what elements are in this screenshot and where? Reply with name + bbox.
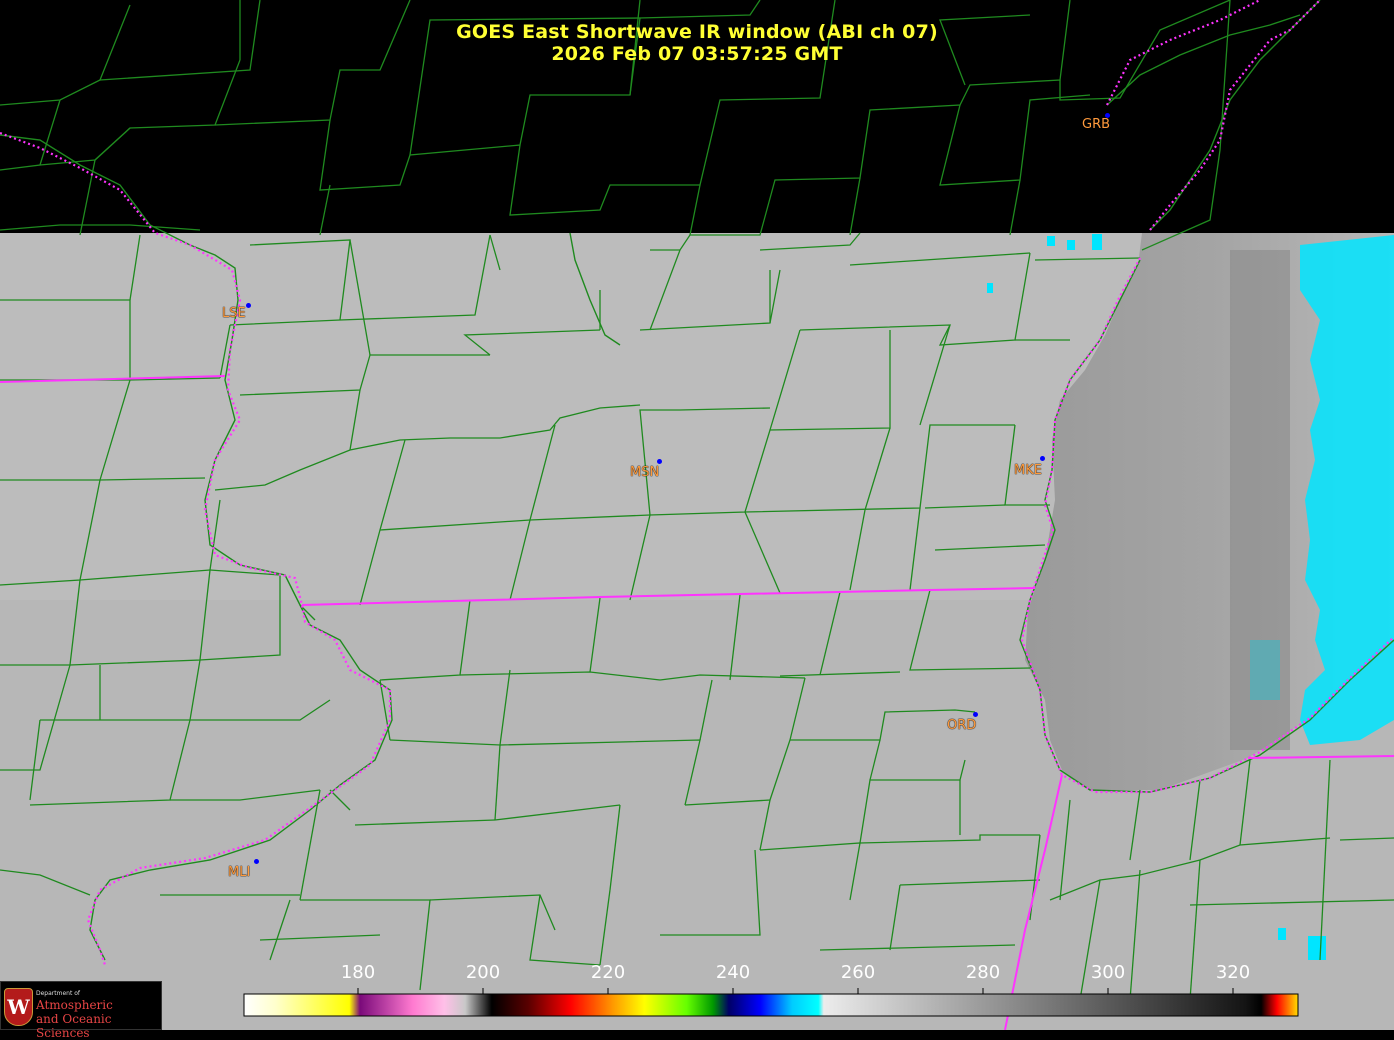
station-dot-msn: [657, 459, 662, 464]
station-label-grb: GRB: [1082, 117, 1111, 132]
colorbar-tick-220: 220: [590, 962, 626, 983]
station-dot-mke: [1040, 456, 1045, 461]
colorbar-tick-280: 280: [965, 962, 1001, 983]
cloud-streaks: [1230, 250, 1290, 750]
uw-crest-icon: W: [4, 988, 33, 1026]
station-dot-mli: [254, 859, 259, 864]
station-label-msn: MSN: [630, 465, 660, 480]
logo-name-line1: Atmospheric: [36, 998, 113, 1012]
station-dot-ord: [973, 712, 978, 717]
colorbar-tick-300: 300: [1090, 962, 1126, 983]
logo-name-line2: and Oceanic Sciences: [36, 1012, 112, 1040]
timestamp: 2026 Feb 07 03:57:25 GMT: [551, 43, 843, 65]
colorbar-tick-240: 240: [715, 962, 751, 983]
satellite-map: [0, 0, 1394, 1030]
colorbar-tick-180: 180: [340, 962, 376, 983]
aos-logo: W Department of Atmospheric and Oceanic …: [0, 981, 162, 1040]
colorbar-tick-320: 320: [1215, 962, 1251, 983]
colorbar-gradient: [243, 993, 1299, 1017]
station-dot-lse: [246, 303, 251, 308]
colorbar-tick-200: 200: [465, 962, 501, 983]
station-label-ord: ORD: [947, 718, 977, 733]
colorbar-tick-260: 260: [840, 962, 876, 983]
station-label-lse: LSE: [222, 306, 246, 321]
station-label-mke: MKE: [1014, 463, 1042, 478]
station-label-mli: MLI: [228, 865, 251, 880]
logo-dept-text: Department of: [36, 990, 80, 997]
chart-title: GOES East Shortwave IR window (ABI ch 07…: [456, 21, 938, 43]
